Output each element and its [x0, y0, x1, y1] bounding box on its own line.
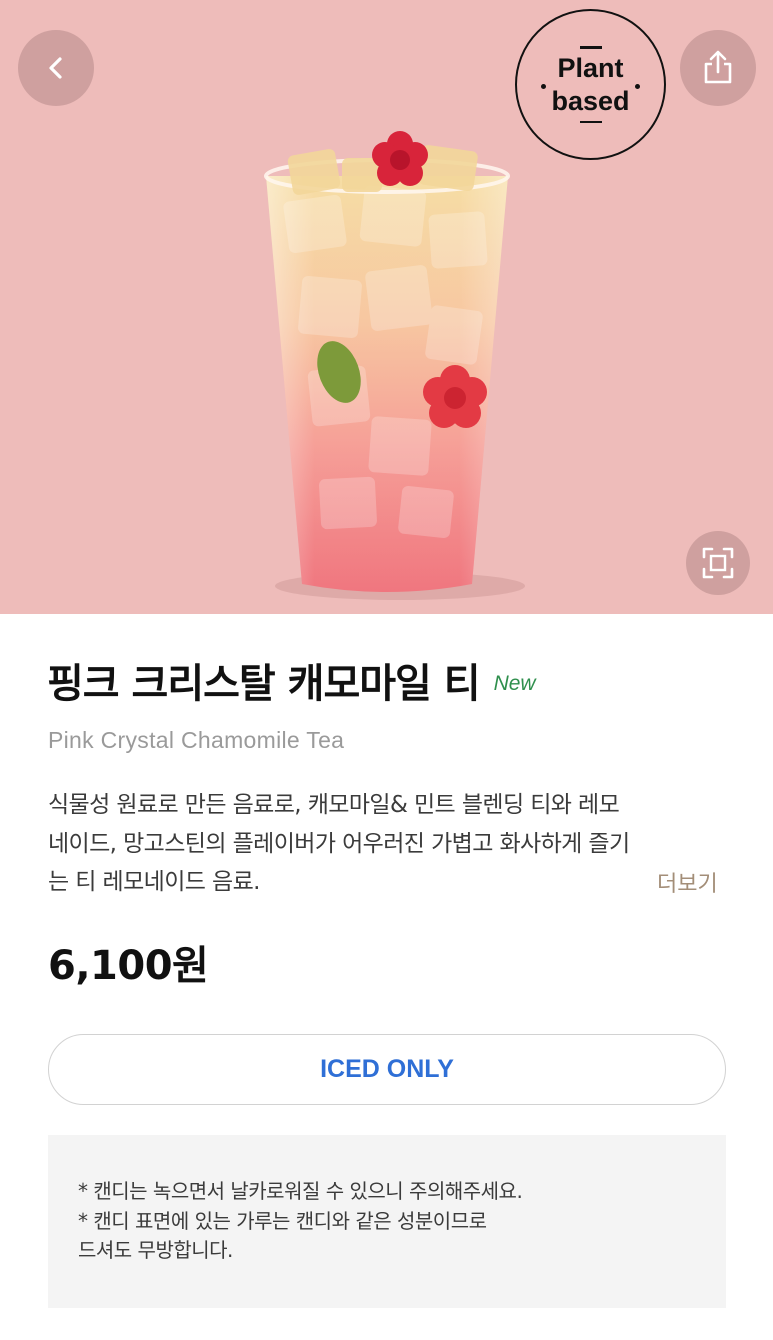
product-image-area: Plant based [0, 0, 773, 614]
badge-line-top [579, 46, 602, 49]
new-badge: New [493, 672, 536, 695]
product-english-name: Pink Crystal Chamomile Tea [48, 727, 345, 753]
badge-line-bottom [579, 120, 602, 123]
back-button[interactable] [18, 30, 94, 106]
product-image [264, 131, 525, 600]
product-title-row: 핑크 크리스탈 캐모마일 티 New [47, 655, 536, 713]
badge-dot-left [541, 84, 546, 89]
badge-dot-right [635, 84, 640, 89]
badge-text-line2: based [551, 85, 630, 116]
chevron-left-icon [49, 57, 62, 79]
product-title: 핑크 크리스탈 캐모마일 티 [47, 661, 481, 707]
iced-only-option-button[interactable]: ICED ONLY [48, 1034, 726, 1105]
notice-box: * 캔디는 녹으면서 날카로워질 수 있으니 주의해주세요. * 캔디 표면에 … [48, 1135, 726, 1308]
option-label: ICED ONLY [320, 1055, 454, 1083]
badge-text-line1: Plant [557, 52, 624, 83]
notice-line: * 캔디는 녹으면서 날카로워질 수 있으니 주의해주세요. [78, 1179, 523, 1203]
share-button[interactable] [680, 30, 756, 106]
badge-text: Plant based [551, 52, 629, 118]
product-description: 식물성 원료로 만든 음료로, 캐모마일& 민트 블렌딩 티와 레모 네이드, … [48, 786, 728, 902]
product-price: 6,100원 [48, 943, 209, 989]
description-line: 식물성 원료로 만든 음료로, 캐모마일& 민트 블렌딩 티와 레모 [48, 792, 620, 818]
zoom-image-button[interactable] [686, 531, 750, 595]
more-link[interactable]: 더보기 [657, 866, 718, 898]
expand-icon [702, 547, 734, 579]
plant-based-badge: Plant based [515, 9, 666, 160]
share-icon [704, 50, 732, 84]
notice-line: * 캔디 표면에 있는 가루는 캔디와 같은 성분이므로 [78, 1208, 487, 1233]
description-line: 네이드, 망고스틴의 플레이버가 어우러진 가볍고 화사하게 즐기 [48, 830, 630, 857]
notice-line: 드셔도 무방합니다. [78, 1238, 233, 1262]
description-line: 는 티 레모네이드 음료. [48, 869, 260, 895]
